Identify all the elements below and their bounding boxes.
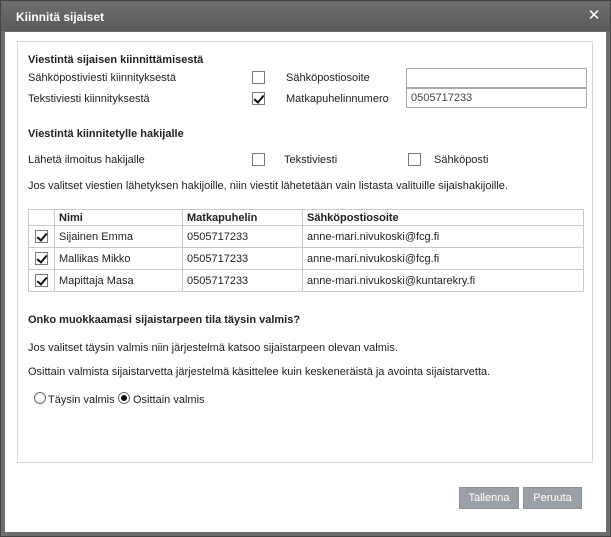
sms-notify-checkbox[interactable]: [252, 92, 265, 105]
phone-label: Matkapuhelinnumero: [286, 93, 389, 105]
row-name: Sijainen Emma: [54, 225, 183, 248]
cancel-button[interactable]: Peruuta: [523, 487, 582, 509]
dialog-title: Kiinnitä sijaiset: [16, 10, 105, 24]
status-section-heading: Onko muokkaamasi sijaistarpeen tila täys…: [28, 314, 301, 326]
dialog-window: Kiinnitä sijaiset ✕ Viestintä sijaisen k…: [0, 0, 611, 537]
row-select-cell: [28, 269, 55, 292]
applicant-email-label: Sähköposti: [434, 154, 489, 166]
applicant-sms-checkbox[interactable]: [252, 153, 265, 166]
phone-input[interactable]: [406, 88, 587, 108]
form-panel: Viestintä sijaisen kiinnittämisestä Sähk…: [17, 41, 593, 463]
status-full-radio[interactable]: [34, 392, 46, 404]
title-bar[interactable]: Kiinnitä sijaiset ✕: [1, 1, 610, 31]
status-text-partial: Osittain valmista sijaistarvetta järjest…: [28, 366, 491, 378]
row-checkbox[interactable]: [35, 230, 48, 243]
row-phone: 0505717233: [182, 247, 303, 270]
notify-applicant-label: Lähetä ilmoitus hakijalle: [28, 154, 145, 166]
table-header-row: Nimi Matkapuhelin Sähköpostiosoite: [28, 209, 584, 226]
applicants-table: Nimi Matkapuhelin Sähköpostiosoite Sijai…: [28, 209, 584, 292]
table-row[interactable]: Sijainen Emma 0505717233 anne-mari.nivuk…: [28, 225, 584, 248]
sms-notify-label: Tekstiviesti kiinnityksestä: [28, 93, 150, 105]
row-name: Mallikas Mikko: [54, 247, 183, 270]
table-row[interactable]: Mallikas Mikko 0505717233 anne-mari.nivu…: [28, 247, 584, 270]
row-phone: 0505717233: [182, 269, 303, 292]
email-notify-label: Sähköpostiviesti kiinnityksestä: [28, 72, 176, 84]
substitute-section-heading: Viestintä sijaisen kiinnittämisestä: [28, 54, 204, 66]
row-checkbox[interactable]: [35, 252, 48, 265]
applicant-info-text: Jos valitset viestien lähetyksen hakijoi…: [28, 180, 508, 192]
status-text-full: Jos valitset täysin valmis niin järjeste…: [28, 342, 398, 354]
applicant-email-checkbox[interactable]: [408, 153, 421, 166]
table-header-name: Nimi: [54, 209, 183, 226]
row-email: anne-mari.nivukoski@fcg.fi: [302, 247, 584, 270]
status-partial-radio[interactable]: [118, 392, 130, 404]
applicant-sms-label: Tekstiviesti: [284, 154, 338, 166]
dialog-body: Viestintä sijaisen kiinnittämisestä Sähk…: [5, 32, 606, 532]
table-row[interactable]: Mapittaja Masa 0505717233 anne-mari.nivu…: [28, 269, 584, 292]
row-phone: 0505717233: [182, 225, 303, 248]
row-email: anne-mari.nivukoski@fcg.fi: [302, 225, 584, 248]
table-header-phone: Matkapuhelin: [182, 209, 303, 226]
row-name: Mapittaja Masa: [54, 269, 183, 292]
table-header-email: Sähköpostiosoite: [302, 209, 584, 226]
close-icon[interactable]: ✕: [587, 8, 601, 23]
applicant-section-heading: Viestintä kiinnitetylle hakijalle: [28, 128, 184, 140]
row-select-cell: [28, 247, 55, 270]
save-button[interactable]: Tallenna: [459, 487, 519, 509]
row-checkbox[interactable]: [35, 274, 48, 287]
email-notify-checkbox[interactable]: [252, 71, 265, 84]
email-address-input[interactable]: [406, 68, 587, 88]
row-select-cell: [28, 225, 55, 248]
status-partial-label: Osittain valmis: [133, 394, 205, 406]
email-address-label: Sähköpostiosoite: [286, 72, 370, 84]
row-email: anne-mari.nivukoski@kuntarekry.fi: [302, 269, 584, 292]
table-header-select: [28, 209, 55, 226]
status-full-label: Täysin valmis: [48, 394, 115, 406]
